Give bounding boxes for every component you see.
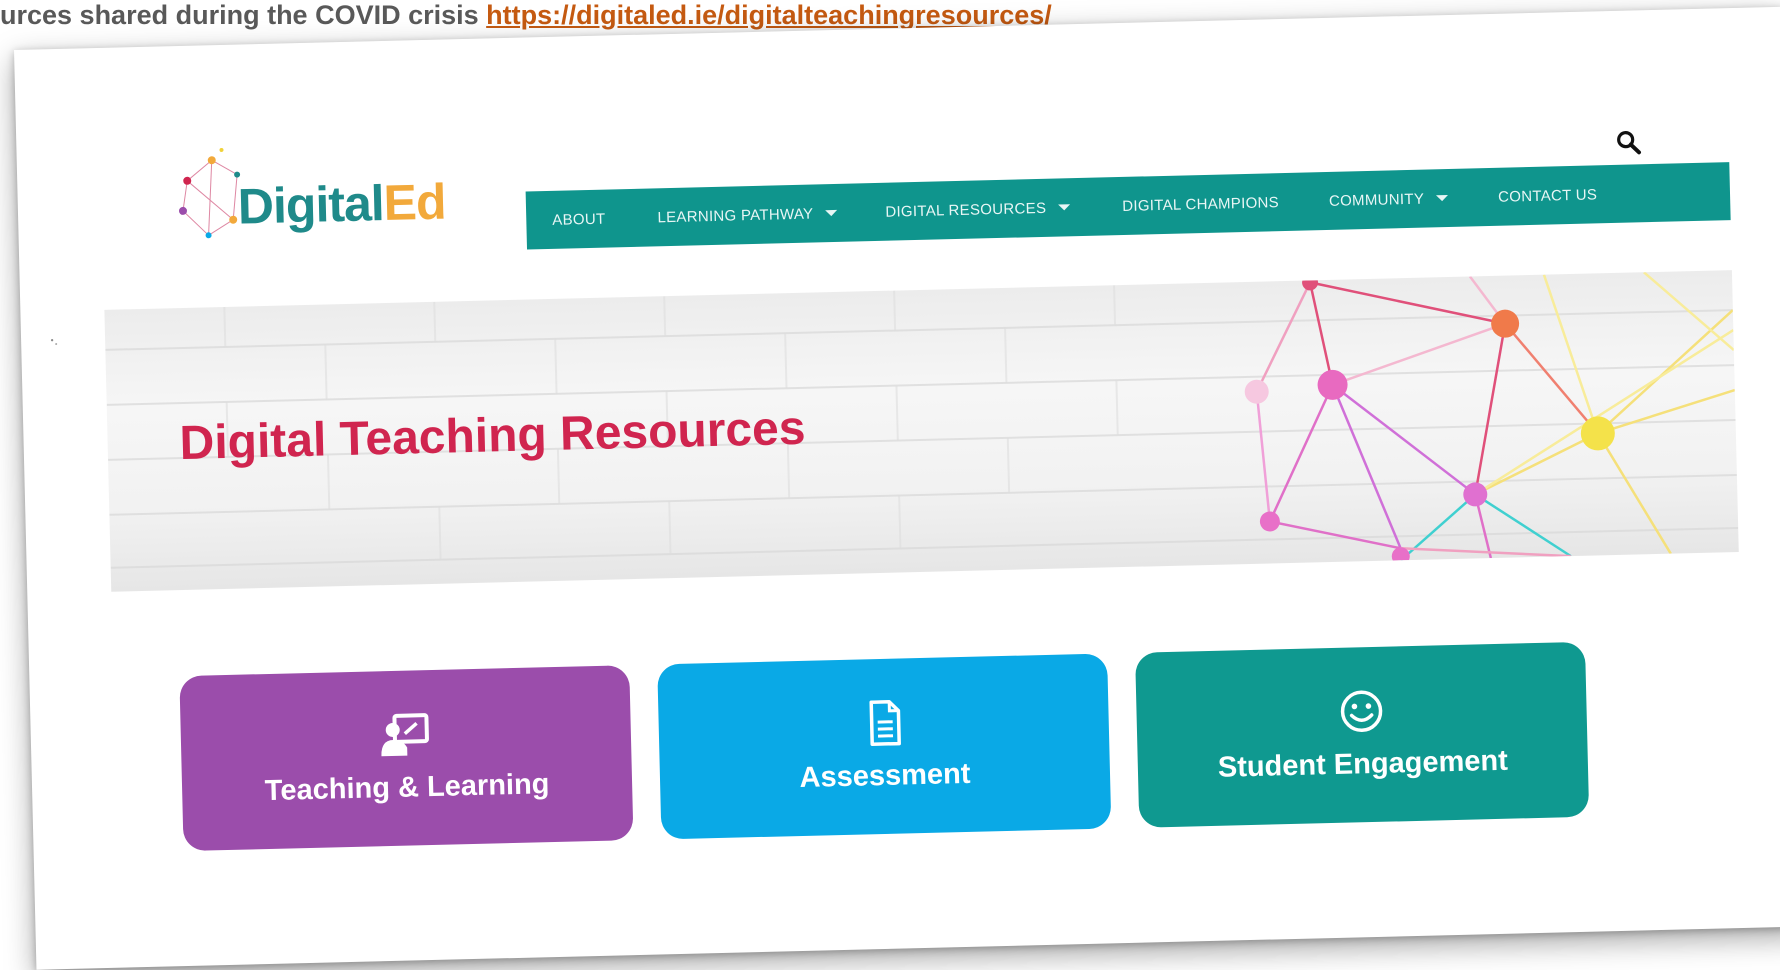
nav-item-label: DIGITAL RESOURCES [885, 199, 1046, 220]
presentation-icon [380, 711, 431, 758]
nav-item-label: ABOUT [552, 210, 606, 228]
caption-prefix: urces shared during the COVID crisis [0, 0, 486, 30]
tile-label: Assessment [799, 758, 971, 795]
hero-banner: Digital Teaching Resources [104, 270, 1738, 592]
chevron-down-icon [825, 210, 837, 216]
search-icon[interactable] [1614, 128, 1643, 157]
decorative-mark [49, 337, 59, 347]
logo-digital: Digital [237, 175, 384, 235]
website-screenshot: DigitalEd ABOUT LEARNING PATHWAY DIGITAL… [14, 7, 1780, 970]
caption-text: urces shared during the COVID crisis htt… [0, 0, 1052, 30]
logo-wordmark: DigitalEd [237, 173, 446, 236]
nav-item-contact-us[interactable]: CONTACT US [1498, 186, 1598, 205]
main-nav: ABOUT LEARNING PATHWAY DIGITAL RESOURCES… [526, 162, 1731, 249]
tile-teaching-learning[interactable]: Teaching & Learning [179, 665, 633, 851]
chevron-down-icon [1436, 195, 1448, 201]
nav-item-community[interactable]: COMMUNITY [1329, 190, 1449, 210]
nav-item-digital-champions[interactable]: DIGITAL CHAMPIONS [1122, 194, 1279, 215]
digitaled-logo[interactable]: DigitalEd [166, 134, 469, 251]
nav-item-label: DIGITAL CHAMPIONS [1122, 194, 1279, 215]
tile-assessment[interactable]: Assessment [657, 653, 1111, 839]
nav-item-learning-pathway[interactable]: LEARNING PATHWAY [657, 204, 837, 225]
chevron-down-icon [1058, 204, 1070, 210]
nav-item-label: COMMUNITY [1329, 190, 1425, 209]
nav-item-label: CONTACT US [1498, 186, 1598, 205]
caption-link[interactable]: https://digitaled.ie/digitalteachingreso… [486, 0, 1052, 30]
tile-label: Student Engagement [1217, 745, 1508, 785]
nav-item-label: LEARNING PATHWAY [657, 205, 813, 226]
tile-student-engagement[interactable]: Student Engagement [1135, 642, 1589, 828]
nav-item-about[interactable]: ABOUT [552, 210, 606, 228]
logo-ed: Ed [383, 174, 446, 231]
tile-label: Teaching & Learning [264, 768, 549, 808]
nav-item-digital-resources[interactable]: DIGITAL RESOURCES [885, 199, 1070, 221]
smiley-icon [1336, 688, 1387, 735]
document-icon [858, 699, 909, 746]
